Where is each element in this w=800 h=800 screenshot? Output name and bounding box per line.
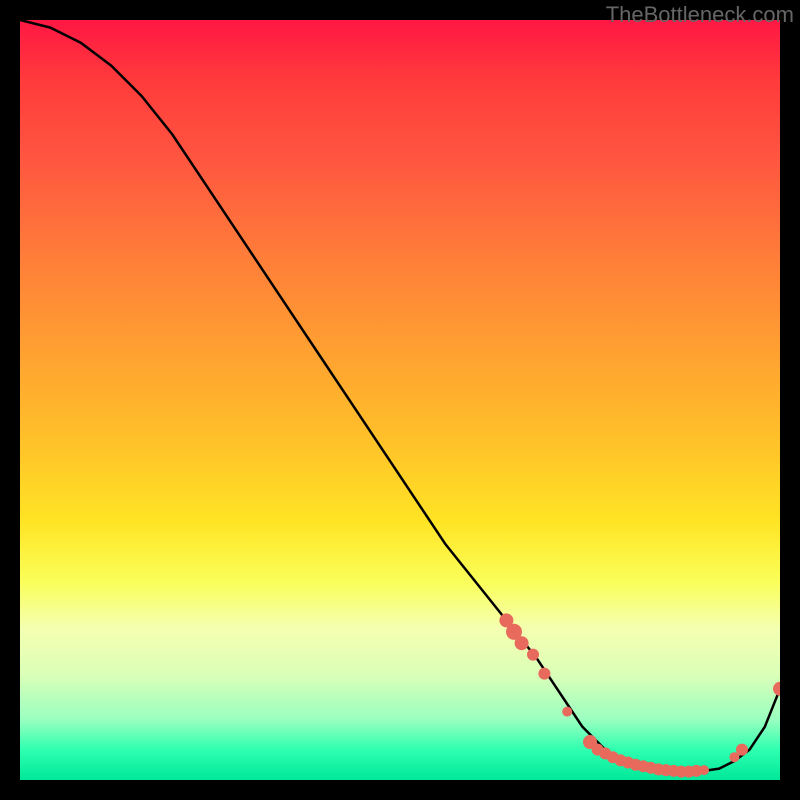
bottleneck-curve-line: [20, 20, 780, 772]
watermark-text: TheBottleneck.com: [606, 2, 794, 28]
marker-point: [736, 744, 748, 756]
marker-point: [515, 636, 529, 650]
marker-point: [562, 707, 572, 717]
marker-point: [527, 649, 539, 661]
chart-overlay: [20, 20, 780, 780]
highlighted-points-group: [499, 613, 780, 777]
marker-point: [538, 668, 550, 680]
marker-point: [773, 682, 780, 696]
marker-point: [699, 765, 709, 775]
